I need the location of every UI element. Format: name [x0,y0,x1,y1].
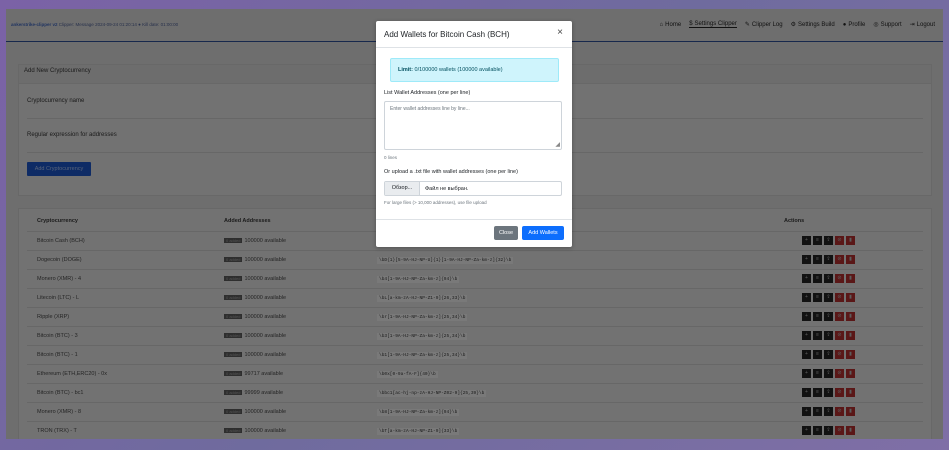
close-icon[interactable]: × [554,27,566,39]
resize-handle-icon[interactable]: ◢ [555,141,560,148]
browse-button[interactable]: Обзор... [385,182,420,195]
lines-count: 0 lines [384,155,398,160]
modal-header: Add Wallets for Bitcoin Cash (BCH) × [376,21,572,48]
textarea-placeholder: Enter wallet addresses line by line... [390,106,470,112]
limit-label: Limit: [398,67,413,73]
modal-title: Add Wallets for Bitcoin Cash (BCH) [384,30,510,39]
add-wallets-modal: Add Wallets for Bitcoin Cash (BCH) × Lim… [376,21,572,247]
limit-alert: Limit: 0/100000 wallets (100000 availabl… [390,58,559,82]
upload-label: Or upload a .txt file with wallet addres… [384,169,518,175]
limit-text: 0/100000 wallets (100000 available) [414,67,503,73]
wallet-addresses-textarea[interactable]: Enter wallet addresses line by line... ◢ [384,101,562,150]
close-button[interactable]: Close [494,226,518,240]
file-name: Файл не выбран. [425,185,469,192]
add-wallets-button[interactable]: Add Wallets [522,226,564,240]
file-upload-input[interactable]: Обзор... Файл не выбран. [384,181,562,196]
modal-footer-divider [376,219,572,220]
wallet-list-label: List Wallet Addresses (one per line) [384,90,471,96]
upload-hint: For large files (> 10,000 addresses), us… [384,200,487,205]
